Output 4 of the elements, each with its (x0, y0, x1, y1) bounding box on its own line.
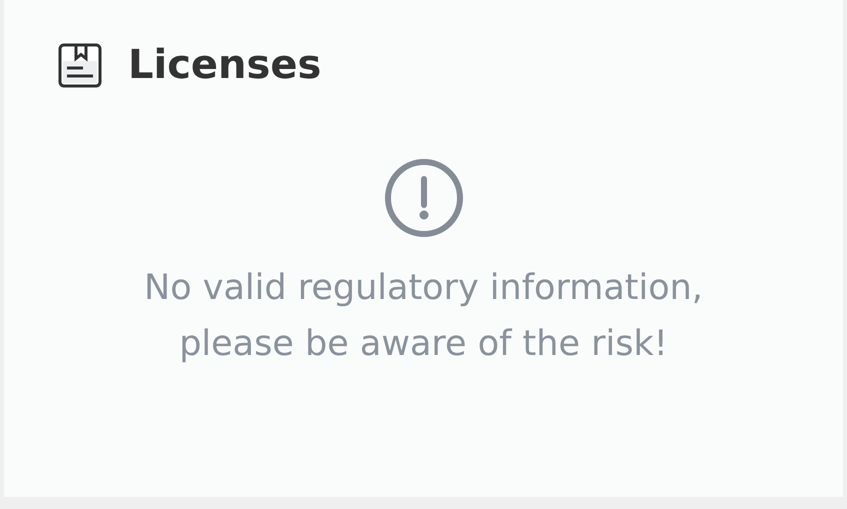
section-title: Licenses (128, 42, 322, 88)
license-book-icon (58, 42, 102, 88)
no-license-message: No valid regulatory information, please be aware of the risk! (144, 267, 703, 366)
warning-icon (384, 158, 464, 238)
